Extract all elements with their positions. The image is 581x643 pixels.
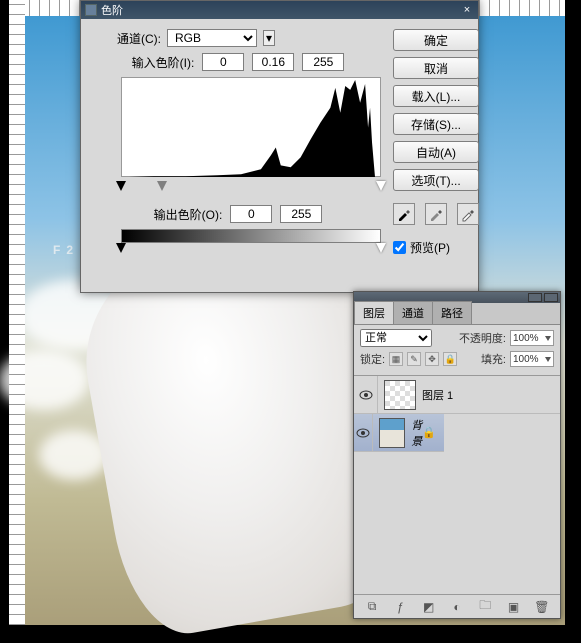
delete-layer-icon[interactable]: 🗑 (533, 599, 551, 615)
fill-label: 填充: (481, 351, 506, 367)
ruler-vertical (9, 0, 25, 625)
preview-label: 预览(P) (410, 239, 450, 256)
group-icon[interactable]: 🗀 (476, 599, 494, 615)
adjustment-icon[interactable]: ◐ (448, 599, 466, 615)
panel-tabs: 图层 通道 路径 (354, 303, 560, 325)
slider-gamma-handle[interactable] (157, 181, 167, 191)
layer-name[interactable]: 背景 (411, 417, 422, 449)
dialog-title: 色阶 (101, 2, 123, 18)
layer-row[interactable]: 背景 🔒 (354, 414, 444, 452)
output-slider[interactable] (121, 245, 381, 259)
app-icon (85, 4, 97, 16)
input-slider[interactable] (121, 183, 381, 197)
channel-select[interactable]: RGB (167, 29, 257, 47)
cancel-button[interactable]: 取消 (393, 57, 479, 79)
tab-channels[interactable]: 通道 (393, 301, 433, 324)
mask-icon[interactable]: ◩ (420, 599, 438, 615)
preview-checkbox[interactable]: 预览(P) (393, 239, 479, 256)
black-eyedropper-icon[interactable] (393, 203, 415, 225)
white-eyedropper-icon[interactable] (457, 203, 479, 225)
output-levels-label: 输出色阶(O): (154, 206, 223, 223)
ok-button[interactable]: 确定 (393, 29, 479, 51)
layers-panel: 图层 通道 路径 正常 不透明度: 100% 锁定: ▦ ✎ ✥ 🔒 填充: 1… (353, 291, 561, 619)
fill-value[interactable]: 100% (510, 351, 554, 367)
tab-layers[interactable]: 图层 (354, 301, 394, 324)
minimize-icon[interactable] (528, 293, 542, 302)
lock-image-icon[interactable]: ✎ (407, 352, 421, 366)
visibility-toggle[interactable] (354, 414, 373, 452)
lock-icon: 🔒 (422, 426, 436, 439)
layer-thumbnail[interactable] (384, 380, 416, 410)
output-white-field[interactable] (280, 205, 322, 223)
lock-transparent-icon[interactable]: ▦ (389, 352, 403, 366)
output-black-field[interactable] (230, 205, 272, 223)
input-white-field[interactable] (302, 53, 344, 71)
save-button[interactable]: 存储(S)... (393, 113, 479, 135)
close-icon[interactable]: × (460, 4, 474, 16)
channel-label: 通道(C): (117, 30, 161, 47)
panel-bottom-toolbar: ⧉ ƒ ◩ ◐ 🗀 ▣ 🗑 (354, 594, 560, 618)
gray-eyedropper-icon[interactable] (425, 203, 447, 225)
dialog-titlebar[interactable]: 色阶 × (81, 1, 478, 19)
auto-button[interactable]: 自动(A) (393, 141, 479, 163)
layer-row[interactable]: 图层 1 (354, 376, 560, 414)
panel-close-icon[interactable] (544, 293, 558, 302)
out-slider-white-handle[interactable] (376, 243, 386, 253)
lock-position-icon[interactable]: ✥ (425, 352, 439, 366)
tab-paths[interactable]: 路径 (432, 301, 472, 324)
histogram-display (121, 77, 381, 177)
opacity-label: 不透明度: (459, 330, 506, 346)
lock-label: 锁定: (360, 351, 385, 367)
fx-icon[interactable]: ƒ (391, 599, 409, 615)
input-gamma-field[interactable] (252, 53, 294, 71)
preview-checkbox-input[interactable] (393, 241, 406, 254)
slider-white-handle[interactable] (376, 181, 386, 191)
levels-dialog: 色阶 × 通道(C): RGB ▾ 输入色阶(I): (80, 0, 479, 293)
layer-list: 图层 1 背景 🔒 (354, 375, 560, 452)
lock-all-icon[interactable]: 🔒 (443, 352, 457, 366)
load-button[interactable]: 载入(L)... (393, 85, 479, 107)
slider-black-handle[interactable] (116, 181, 126, 191)
brand-watermark: F2 (53, 243, 79, 257)
channel-dropdown-icon[interactable]: ▾ (263, 30, 275, 46)
input-black-field[interactable] (202, 53, 244, 71)
opacity-value[interactable]: 100% (510, 330, 554, 346)
new-layer-icon[interactable]: ▣ (505, 599, 523, 615)
link-layers-icon[interactable]: ⧉ (363, 599, 381, 615)
visibility-toggle[interactable] (354, 376, 378, 414)
options-button[interactable]: 选项(T)... (393, 169, 479, 191)
layer-thumbnail[interactable] (379, 418, 405, 448)
output-gradient (121, 229, 381, 243)
layer-name[interactable]: 图层 1 (422, 387, 560, 403)
out-slider-black-handle[interactable] (116, 243, 126, 253)
blend-mode-select[interactable]: 正常 (360, 329, 432, 347)
input-levels-label: 输入色阶(I): (132, 54, 195, 71)
